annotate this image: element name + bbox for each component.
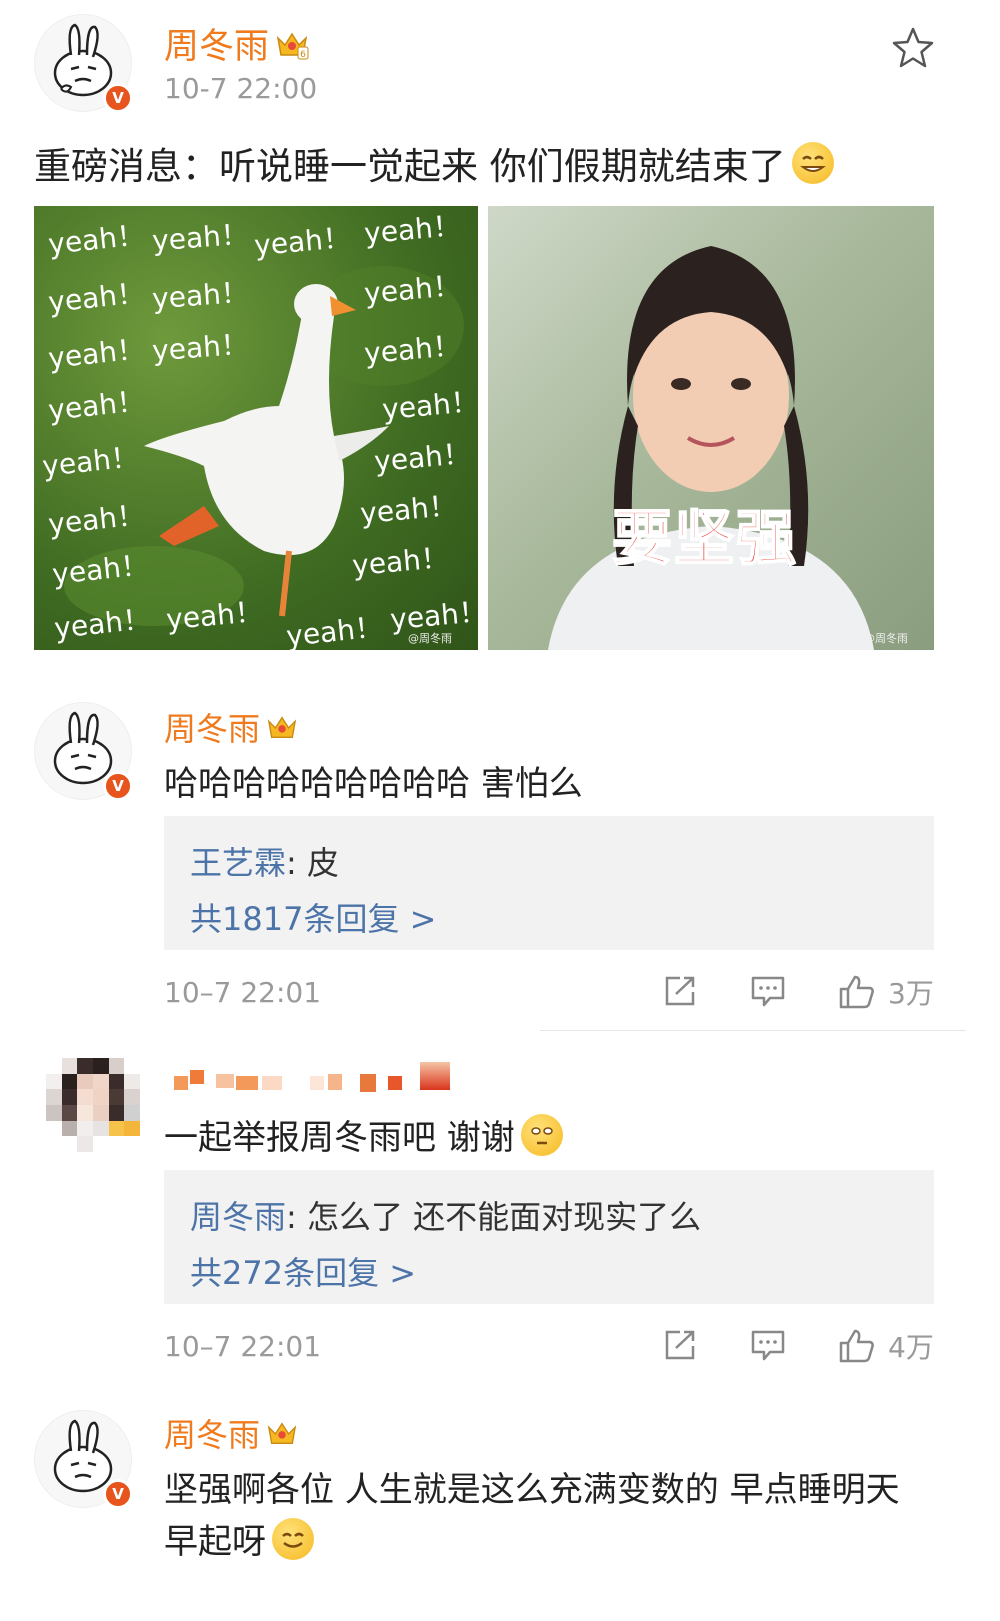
- avatar[interactable]: V: [34, 1410, 133, 1509]
- avatar[interactable]: V: [34, 702, 133, 801]
- reply-box[interactable]: 王艺霖: 皮 共1817条回复 >: [164, 816, 934, 950]
- post-username[interactable]: 周冬雨: [164, 18, 269, 69]
- comment-time: 10–7 22:01: [164, 1330, 322, 1363]
- comment-text: 哈哈哈哈哈哈哈哈哈 害怕么: [164, 764, 583, 804]
- comment-text: 坚强啊各位 人生就是这么充满变数的 早点睡明天: [164, 1470, 900, 1510]
- crown-badge-icon: [267, 716, 297, 739]
- reply-box[interactable]: 周冬雨: 怎么了 还不能面对现实了么 共272条回复 >: [164, 1170, 934, 1304]
- avatar[interactable]: V: [34, 14, 133, 113]
- reply-author[interactable]: 周冬雨: [190, 1198, 286, 1236]
- verified-badge-icon: V: [103, 771, 133, 801]
- reply-text: : 怎么了 还不能面对现实了么: [286, 1198, 702, 1236]
- image-caption: 要坚强: [611, 503, 798, 575]
- reply-author[interactable]: 王艺霖: [190, 844, 286, 882]
- like-count: 4万: [888, 1331, 934, 1364]
- thumbs-up-icon: [839, 975, 874, 1009]
- verified-badge-icon: V: [103, 83, 133, 113]
- comment-time: 10–7 22:01: [164, 976, 322, 1009]
- thumbs-up-icon: [839, 1329, 874, 1363]
- reply-count-link[interactable]: 共1817条回复 >: [190, 894, 436, 940]
- avatar-pixelated[interactable]: [46, 1058, 140, 1152]
- username-pixelated[interactable]: [170, 1062, 452, 1092]
- yeah-word-grid: yeah！ yeah！ yeah！ yeah！ yeah！ yeah！ yeah…: [40, 208, 478, 650]
- girl-drawing: [548, 246, 874, 650]
- smiley-emoji-icon: [520, 1113, 563, 1156]
- image-watermark: @周冬雨: [408, 632, 452, 645]
- reply-count-link[interactable]: 共272条回复 >: [190, 1248, 416, 1294]
- crown-badge-icon: 6: [276, 32, 309, 60]
- share-icon[interactable]: [662, 1328, 698, 1362]
- comment-text: 早起呀: [164, 1522, 266, 1562]
- comment-username[interactable]: 周冬雨: [164, 704, 260, 750]
- post-text: 重磅消息：听说睡一觉起来 你们假期就结束了: [34, 145, 786, 188]
- like-button[interactable]: 4万: [838, 1326, 934, 1366]
- girl-photo[interactable]: 要坚强 @周冬雨: [488, 206, 934, 650]
- reply-text: : 皮: [286, 844, 339, 882]
- like-button[interactable]: 3万: [838, 972, 934, 1012]
- divider: [540, 1030, 966, 1031]
- star-icon[interactable]: [890, 26, 936, 70]
- comment-icon[interactable]: [750, 1328, 786, 1362]
- comment-text: 一起举报周冬雨吧 谢谢: [164, 1118, 515, 1158]
- crown-badge-icon: [267, 1422, 297, 1445]
- goose-photo[interactable]: yeah！ yeah！ yeah！ yeah！ yeah！ yeah！ yeah…: [34, 206, 478, 650]
- smiley-emoji-icon: [791, 142, 834, 184]
- smiley-emoji-icon: [272, 1517, 314, 1560]
- svg-text:6: 6: [300, 50, 306, 60]
- comment-username[interactable]: 周冬雨: [164, 1410, 260, 1456]
- post-time: 10-7 22:00: [164, 72, 318, 105]
- comment-icon[interactable]: [750, 974, 786, 1008]
- verified-badge-icon: V: [103, 1479, 133, 1509]
- image-watermark: @周冬雨: [864, 632, 908, 645]
- like-count: 3万: [888, 977, 934, 1010]
- share-icon[interactable]: [662, 974, 698, 1008]
